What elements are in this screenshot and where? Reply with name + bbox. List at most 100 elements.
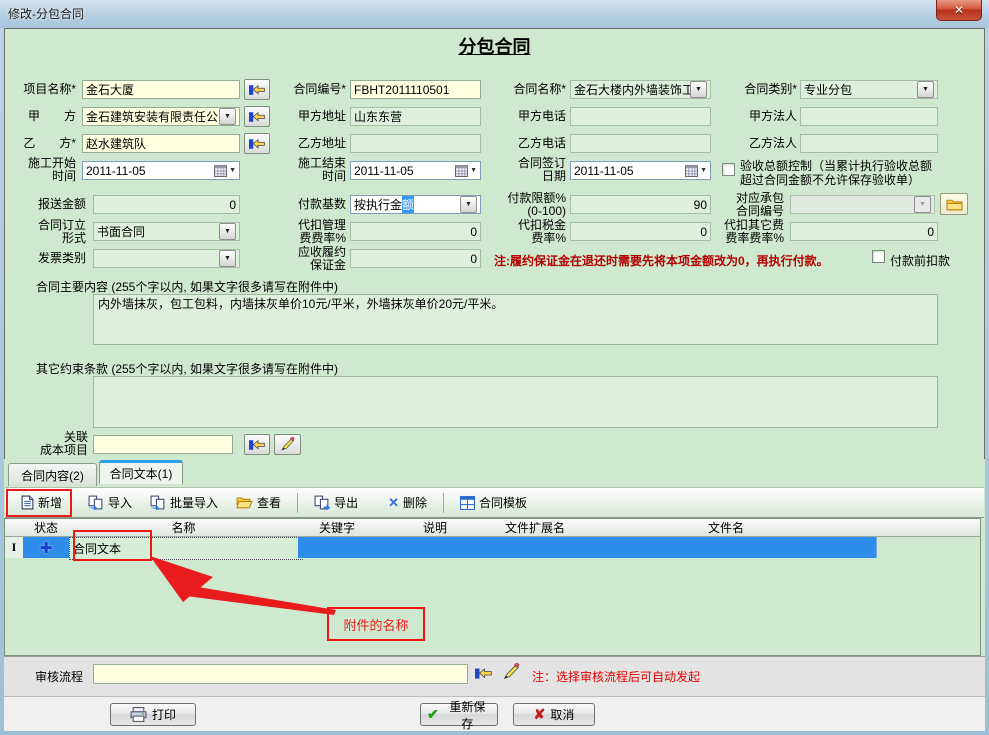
- form-type-select[interactable]: 书面合同▼: [93, 222, 240, 241]
- pay-limit-input[interactable]: 90: [570, 195, 711, 214]
- batch-import-button[interactable]: 批量导入: [144, 492, 224, 513]
- chevron-down-icon: ▼: [914, 196, 931, 213]
- party-b-addr-label: 乙方地址: [282, 137, 346, 150]
- tab-contract-content[interactable]: 合同内容(2): [8, 463, 97, 486]
- contract-type-select[interactable]: 专业分包▼: [800, 80, 938, 99]
- mgmt-fee-input[interactable]: 0: [350, 222, 481, 241]
- sign-date-input[interactable]: 2011-11-05▼: [570, 161, 711, 180]
- related-cost-picker-button[interactable]: [244, 434, 270, 455]
- grid-header-filename: 文件名: [576, 519, 877, 537]
- other-terms-textarea[interactable]: [93, 376, 938, 428]
- party-a-legal-input[interactable]: [800, 107, 938, 126]
- other-terms-label: 其它约束条款 (255个字以内, 如果文字很多请写在附件中): [36, 360, 338, 377]
- sign-date-label: 合同签订 日期: [496, 157, 566, 183]
- pay-base-select[interactable]: 按执行金额▼: [350, 195, 481, 214]
- plus-status-icon: ✚: [40, 539, 53, 557]
- party-b-tel-input[interactable]: [570, 134, 711, 153]
- audit-note: 注：选择审核流程后可自动发起: [532, 668, 700, 685]
- row-filename-cell[interactable]: [576, 537, 877, 558]
- party-b-picker-button[interactable]: [244, 133, 270, 154]
- party-b-input[interactable]: 赵水建筑队: [82, 134, 240, 153]
- view-button[interactable]: 查看: [230, 492, 287, 513]
- row-status-cell[interactable]: ✚: [23, 537, 70, 558]
- delete-button[interactable]: ✕删除: [382, 492, 433, 513]
- pencil-eraser-icon: [280, 437, 295, 452]
- tax-fee-input[interactable]: 0: [570, 222, 711, 241]
- party-a-picker-button[interactable]: [244, 106, 270, 127]
- report-amount-label: 报送金额: [10, 198, 86, 211]
- import-button[interactable]: 导入: [82, 492, 138, 513]
- calendar-icon[interactable]: [214, 164, 227, 177]
- tab-contract-text[interactable]: 合同文本(1): [99, 460, 183, 484]
- contract-type-label: 合同类别*: [725, 83, 797, 96]
- export-button[interactable]: 导出: [308, 492, 364, 513]
- end-date-input[interactable]: 2011-11-05 ▼: [350, 161, 481, 180]
- related-cost-clear-button[interactable]: [274, 434, 301, 455]
- deposit-input[interactable]: 0: [350, 249, 481, 268]
- audit-picker-button[interactable]: [475, 666, 493, 683]
- audit-clear-button[interactable]: [502, 663, 520, 684]
- chevron-down-icon[interactable]: ▼: [917, 81, 934, 98]
- party-a-addr-input[interactable]: 山东东营: [350, 107, 481, 126]
- pre-pay-deduct-checkbox[interactable]: [872, 250, 885, 263]
- page-title: 分包合同: [0, 33, 989, 59]
- chevron-down-icon[interactable]: ▼: [219, 250, 236, 267]
- other-fee-label: 代扣其它费 费率费率%: [714, 219, 784, 245]
- end-date-value: 2011-11-05: [354, 164, 414, 178]
- toolbar-separator: [297, 493, 298, 513]
- chevron-down-icon[interactable]: ▼: [460, 196, 477, 213]
- party-b-legal-label: 乙方法人: [725, 137, 797, 150]
- chevron-down-icon[interactable]: ▼: [700, 167, 707, 174]
- chevron-down-icon[interactable]: ▼: [470, 167, 477, 174]
- project-name-label: 项目名称*: [10, 83, 76, 96]
- print-button[interactable]: 打印: [110, 703, 196, 726]
- calendar-icon[interactable]: [455, 164, 468, 177]
- annotation-box-add-button: [6, 489, 72, 517]
- invoice-type-select[interactable]: ▼: [93, 249, 240, 268]
- party-a-select[interactable]: 金石建筑安装有限责任公▼: [82, 107, 240, 126]
- hand-pointer-icon: [475, 666, 493, 680]
- row-description-cell[interactable]: [376, 537, 495, 558]
- hand-pointer-icon: [249, 83, 266, 96]
- chevron-down-icon[interactable]: ▼: [219, 108, 236, 125]
- other-fee-input[interactable]: 0: [790, 222, 938, 241]
- close-button[interactable]: ✕: [936, 0, 982, 21]
- form-type-label: 合同订立 形式: [10, 219, 86, 245]
- party-b-legal-input[interactable]: [800, 134, 938, 153]
- party-b-addr-input[interactable]: [350, 134, 481, 153]
- contract-template-button[interactable]: 合同模板: [454, 492, 533, 513]
- delete-x-icon: ✕: [388, 495, 399, 511]
- check-icon: ✔: [427, 706, 439, 723]
- start-date-value: 2011-11-05: [86, 164, 146, 178]
- save-button[interactable]: ✔重新保存: [420, 703, 498, 726]
- contract-no-input[interactable]: FBHT2011110501: [350, 80, 481, 99]
- project-name-input[interactable]: 金石大厦: [82, 80, 240, 99]
- chevron-down-icon[interactable]: ▼: [690, 81, 707, 98]
- audit-flow-input[interactable]: [93, 664, 468, 684]
- party-a-tel-input[interactable]: [570, 107, 711, 126]
- related-contract-browse-button[interactable]: [940, 193, 968, 215]
- accept-control-checkbox[interactable]: [722, 163, 735, 176]
- report-amount-input[interactable]: 0: [93, 195, 240, 214]
- chevron-down-icon[interactable]: ▼: [219, 223, 236, 240]
- party-a-addr-label: 甲方地址: [282, 110, 346, 123]
- main-content-textarea[interactable]: 内外墙抹灰，包工包料，内墙抹灰单价10元/平米，外墙抹灰单价20元/平米。: [93, 294, 938, 345]
- contract-name-select[interactable]: 金石大楼内外墙装饰工程▼: [570, 80, 711, 99]
- project-name-picker-button[interactable]: [244, 79, 270, 100]
- party-a-label: 甲 方: [10, 110, 76, 123]
- cancel-button[interactable]: ✘取消: [513, 703, 595, 726]
- deposit-note: 注:履约保证金在退还时需要先将本项金额改为0，再执行付款。: [494, 252, 869, 269]
- row-indicator: I: [5, 537, 24, 558]
- tab-contract-content-label: 合同内容(2): [21, 467, 84, 484]
- chevron-down-icon[interactable]: ▼: [229, 167, 236, 174]
- party-b-label: 乙 方*: [10, 137, 76, 150]
- hand-pointer-icon: [249, 110, 266, 123]
- calendar-icon[interactable]: [685, 164, 698, 177]
- related-contract-no-label: 对应承包 合同编号: [722, 192, 784, 218]
- main-content-label: 合同主要内容 (255个字以内, 如果文字很多请写在附件中): [36, 278, 338, 295]
- related-cost-input[interactable]: [93, 435, 233, 454]
- row-extension-cell[interactable]: [494, 537, 577, 558]
- start-date-input[interactable]: 2011-11-05 ▼: [82, 161, 240, 180]
- related-contract-no-select: ▼: [790, 195, 935, 214]
- open-folder-icon: [236, 496, 253, 509]
